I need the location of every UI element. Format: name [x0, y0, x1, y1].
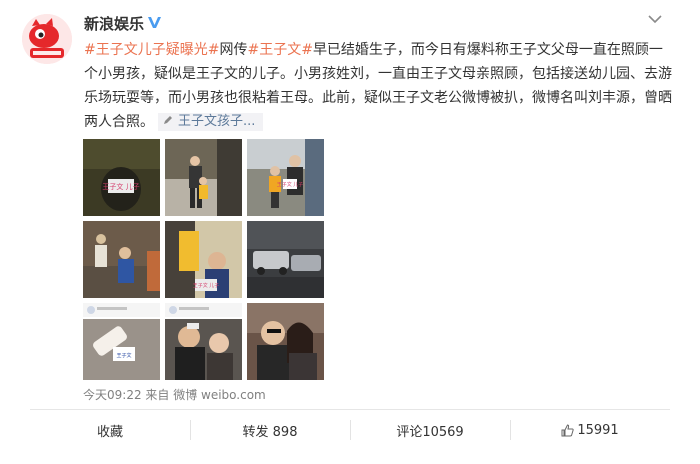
author-name[interactable]: 新浪娱乐: [84, 14, 144, 34]
photo-thumbnail[interactable]: 王子文 儿子: [83, 139, 160, 216]
link-chip-label: 王子文孩子...: [178, 114, 256, 129]
photo-caption: 王子文: [116, 352, 131, 359]
comment-button[interactable]: 评论10569: [350, 410, 510, 450]
chevron-down-icon[interactable]: [648, 14, 662, 24]
photo-thumbnail[interactable]: 王子文 儿子: [165, 221, 242, 298]
avatar-logo-icon: [22, 14, 72, 64]
post-body: #王子文儿子疑曝光#网传#王子文#早已结婚生子，而今日有爆料称王子文父母一直在照…: [84, 38, 674, 134]
pen-link-icon: [164, 116, 172, 124]
repost-button[interactable]: 转发 898: [190, 410, 350, 450]
photo-thumbnail[interactable]: [165, 303, 242, 380]
like-button[interactable]: 15991: [510, 410, 670, 450]
photo-caption: 王子文 儿子: [193, 282, 220, 289]
avatar[interactable]: [22, 14, 72, 64]
repost-label: 转发 898: [242, 424, 298, 440]
link-chip[interactable]: 王子文孩子...: [158, 113, 264, 131]
favorite-label: 收藏: [96, 424, 123, 440]
hashtag-link[interactable]: #王子文儿子疑曝光#: [84, 42, 219, 58]
photo-thumbnail[interactable]: [83, 221, 160, 298]
hashtag-link[interactable]: #王子文#: [247, 42, 312, 58]
post-text-segment: 网传: [219, 42, 248, 58]
photo-thumbnail[interactable]: [247, 221, 324, 298]
favorite-button[interactable]: 收藏: [30, 410, 190, 450]
thumbs-up-icon: [561, 423, 574, 436]
like-count: 15991: [577, 422, 619, 438]
photo-thumbnail[interactable]: [165, 139, 242, 216]
photo-thumbnail[interactable]: 王子文: [83, 303, 160, 380]
action-bar: 收藏 转发 898 评论10569 15991: [30, 410, 670, 450]
comment-label: 评论10569: [396, 424, 464, 440]
photo-thumbnail[interactable]: 王子文 儿子: [247, 139, 324, 216]
photo-caption: 王子文 儿子: [102, 182, 139, 191]
post-timestamp-source[interactable]: 今天09:22 来自 微博 weibo.com: [83, 387, 266, 403]
photo-caption: 王子文 儿子: [277, 181, 304, 188]
photo-thumbnail[interactable]: [247, 303, 324, 380]
verified-v-icon: [148, 17, 161, 28]
